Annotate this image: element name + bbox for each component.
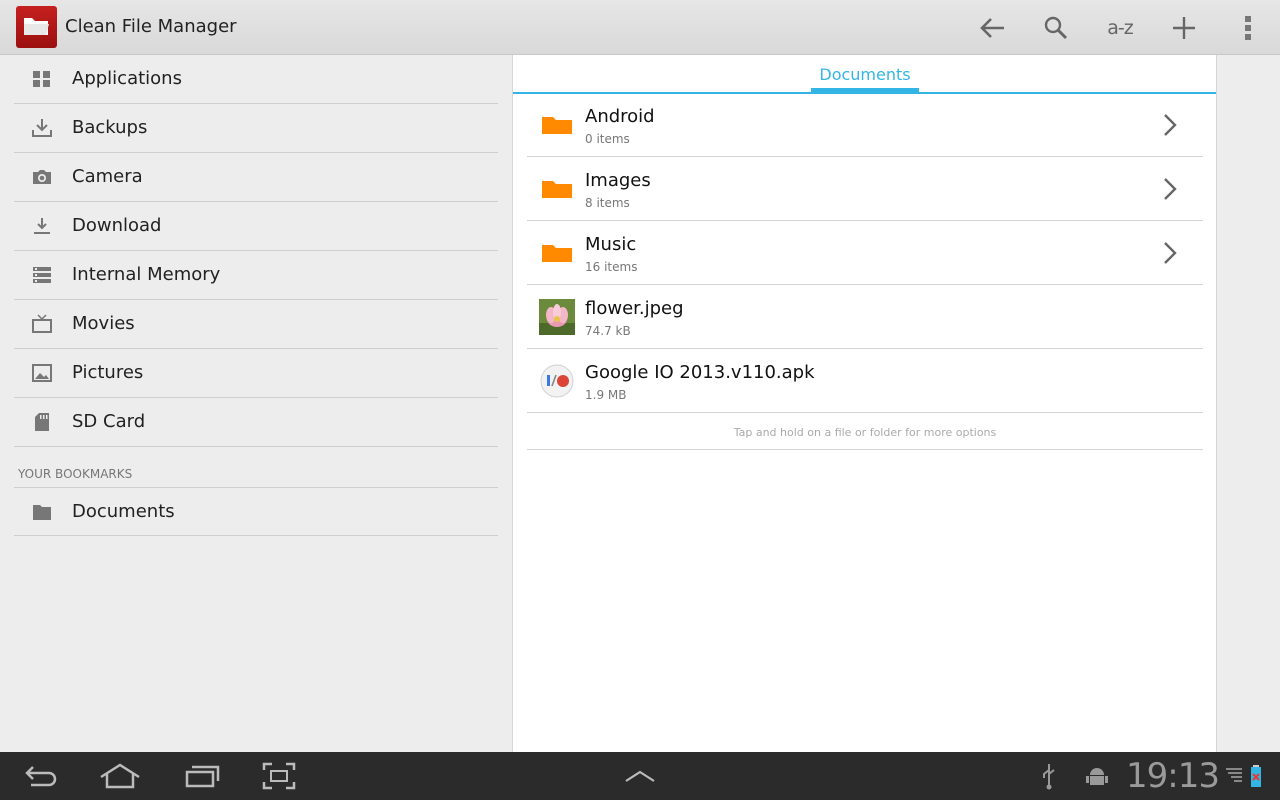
system-home-button[interactable] xyxy=(98,760,142,792)
sidebar-item-pictures[interactable]: Pictures xyxy=(14,349,498,398)
bookmarks-header: YOUR BOOKMARKS xyxy=(18,467,133,481)
file-name: Music xyxy=(585,234,637,255)
file-meta: 74.7 kB xyxy=(585,324,631,338)
back-button[interactable] xyxy=(968,8,1016,48)
recent-apps-icon xyxy=(185,765,220,788)
right-gutter xyxy=(1217,55,1280,752)
file-meta: 16 items xyxy=(585,260,638,274)
sidebar-item-label: Download xyxy=(72,215,162,236)
usb-status-icon xyxy=(1038,760,1060,792)
sidebar-item-movies[interactable]: Movies xyxy=(14,300,498,349)
file-list-panel: Documents Android 0 items Images 8 items… xyxy=(512,55,1217,752)
sidebar-item-backups[interactable]: Backups xyxy=(14,104,498,153)
file-meta: 0 items xyxy=(585,132,630,146)
home-icon xyxy=(100,763,140,789)
sidebar-item-download[interactable]: Download xyxy=(14,202,498,251)
file-name: Images xyxy=(585,170,651,191)
android-debug-icon xyxy=(1084,760,1110,792)
search-icon xyxy=(1044,16,1068,40)
sidebar-item-label: Backups xyxy=(72,117,148,138)
sidebar: Applications Backups Camera Download Int… xyxy=(0,55,512,752)
search-button[interactable] xyxy=(1032,8,1080,48)
backup-download-icon xyxy=(32,119,52,137)
sidebar-item-label: Movies xyxy=(72,313,135,334)
app-logo-icon[interactable] xyxy=(16,6,57,48)
overflow-menu-button[interactable] xyxy=(1224,8,1272,48)
file-row-android[interactable]: Android 0 items xyxy=(527,93,1203,157)
tab-documents[interactable]: Documents xyxy=(811,55,919,92)
back-arrow-icon xyxy=(25,766,57,787)
action-bar: Clean File Manager a-z xyxy=(0,0,1280,55)
system-bar: 19:13 xyxy=(0,752,1280,800)
signal-icon xyxy=(1224,760,1244,792)
bookmark-item-label: Documents xyxy=(72,501,175,522)
file-row-images[interactable]: Images 8 items xyxy=(527,157,1203,221)
grid-icon xyxy=(33,71,50,87)
folder-icon xyxy=(542,117,572,134)
download-icon xyxy=(34,218,50,234)
file-row-google-io-apk[interactable]: Google IO 2013.v110.apk 1.9 MB xyxy=(527,349,1203,413)
battery-icon xyxy=(1248,760,1264,792)
tab-strip: Documents xyxy=(513,55,1216,94)
sidebar-item-internal-memory[interactable]: Internal Memory xyxy=(14,251,498,300)
overflow-dots-icon xyxy=(1245,16,1251,40)
system-screenshot-button[interactable] xyxy=(260,760,298,792)
chevron-up-icon xyxy=(625,770,655,782)
bookmark-item-documents[interactable]: Documents xyxy=(14,487,498,536)
add-button[interactable] xyxy=(1160,8,1208,48)
storage-icon xyxy=(33,267,51,283)
file-row-music[interactable]: Music 16 items xyxy=(527,221,1203,285)
camera-icon xyxy=(33,170,51,184)
system-back-button[interactable] xyxy=(20,760,62,792)
chevron-right-icon xyxy=(1164,114,1177,136)
sidebar-item-camera[interactable]: Camera xyxy=(14,153,498,202)
apk-app-icon xyxy=(540,364,574,398)
folder-icon xyxy=(33,505,51,520)
file-row-flower-jpeg[interactable]: flower.jpeg 74.7 kB xyxy=(527,285,1203,349)
sidebar-item-label: Pictures xyxy=(72,362,144,383)
sidebar-item-label: SD Card xyxy=(72,411,146,432)
sidebar-item-sd-card[interactable]: SD Card xyxy=(14,398,498,447)
app-title: Clean File Manager xyxy=(65,16,237,37)
sort-az-icon: a-z xyxy=(1107,17,1134,39)
arrow-left-icon xyxy=(980,18,1004,38)
chevron-right-icon xyxy=(1164,242,1177,264)
chevron-right-icon xyxy=(1164,178,1177,200)
sidebar-item-label: Internal Memory xyxy=(72,264,221,285)
file-name: Android xyxy=(585,106,655,127)
folder-icon xyxy=(542,181,572,198)
file-meta: 1.9 MB xyxy=(585,388,627,402)
sort-button[interactable]: a-z xyxy=(1096,8,1144,48)
system-menu-up-button[interactable] xyxy=(622,760,658,792)
plus-icon xyxy=(1173,17,1195,39)
hint-text: Tap and hold on a file or folder for mor… xyxy=(527,414,1203,450)
screenshot-icon xyxy=(262,762,296,790)
sidebar-item-label: Camera xyxy=(72,166,143,187)
file-name: flower.jpeg xyxy=(585,298,684,319)
file-meta: 8 items xyxy=(585,196,630,210)
image-thumbnail-icon xyxy=(539,299,575,335)
status-clock: 19:13 xyxy=(1126,756,1220,796)
file-name: Google IO 2013.v110.apk xyxy=(585,362,815,383)
picture-icon xyxy=(32,364,52,382)
system-recents-button[interactable] xyxy=(182,760,222,792)
sidebar-item-label: Applications xyxy=(72,68,182,89)
sd-card-icon xyxy=(35,413,49,431)
sidebar-item-applications[interactable]: Applications xyxy=(14,55,498,104)
folder-icon xyxy=(542,245,572,262)
tv-icon xyxy=(32,314,52,333)
